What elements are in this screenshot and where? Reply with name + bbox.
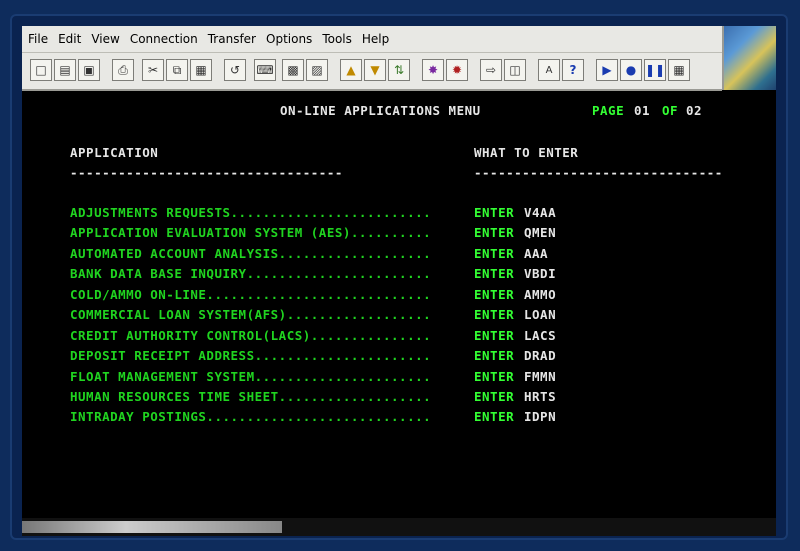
font-icon[interactable]: A <box>538 59 560 81</box>
page-label: PAGE <box>592 103 625 118</box>
menu-connection[interactable]: Connection <box>124 26 202 52</box>
enter-label: ENTER <box>474 205 515 220</box>
page-current: 01 <box>634 103 651 118</box>
upload-icon[interactable]: ▲ <box>340 59 362 81</box>
new-icon[interactable]: □ <box>30 59 52 81</box>
print-icon[interactable]: ⎙ <box>112 59 134 81</box>
send-icon[interactable]: ◫ <box>504 59 526 81</box>
app-name: ADJUSTMENTS REQUESTS....................… <box>70 205 432 220</box>
app-name: DEPOSIT RECEIPT ADDRESS.................… <box>70 348 432 363</box>
host-icon[interactable]: ⇨ <box>480 59 502 81</box>
app-code: LACS <box>524 328 557 343</box>
copy-icon[interactable]: ⧉ <box>166 59 188 81</box>
enter-label: ENTER <box>474 328 515 343</box>
cut-icon[interactable]: ✂ <box>142 59 164 81</box>
toolbar-group-macro: ✸ ✹ <box>422 59 468 85</box>
toolbar-group-edit: ✂ ⧉ ▦ <box>142 59 212 85</box>
app-code: AAA <box>524 246 549 261</box>
app-name: CREDIT AUTHORITY CONTROL(LACS)..........… <box>70 328 432 343</box>
app-code: DRAD <box>524 348 557 363</box>
toolbar: □ ▤ ▣ ⎙ ✂ ⧉ ▦ ↺ ⌨ ▩ ▨ ▲ ▼ ⇅ ✸ ✹ ⇨ ◫ A ? … <box>22 53 722 91</box>
menu-bar: File Edit View Connection Transfer Options Too… <box>22 26 722 53</box>
app-name: INTRADAY POSTINGS.......................… <box>70 409 432 424</box>
enter-label: ENTER <box>474 246 515 261</box>
app-name: APPLICATION EVALUATION SYSTEM (AES).....… <box>70 225 432 240</box>
app-name: AUTOMATED ACCOUNT ANALYSIS..............… <box>70 246 432 261</box>
menu-options[interactable]: Options <box>260 26 316 52</box>
enter-label: ENTER <box>474 266 515 281</box>
app-name: COLD/AMMO ON-LINE.......................… <box>70 287 432 302</box>
rule-left: ---------------------------------- <box>70 165 343 180</box>
app-code: VBDI <box>524 266 557 281</box>
play-icon[interactable]: ▶ <box>596 59 618 81</box>
toolbar-group-print: ⎙ <box>112 59 134 85</box>
enter-label: ENTER <box>474 369 515 384</box>
stop-icon[interactable]: ● <box>620 59 642 81</box>
app-name: FLOAT MANAGEMENT SYSTEM.................… <box>70 369 432 384</box>
toolbar-group-playback: ▶ ● ❚❚ ▦ <box>596 59 690 85</box>
enter-label: ENTER <box>474 389 515 404</box>
enter-label: ENTER <box>474 348 515 363</box>
session-icon[interactable]: ▩ <box>282 59 304 81</box>
enter-label: ENTER <box>474 307 515 322</box>
toolbar-group-session: ⌨ <box>254 59 276 85</box>
screen-title: ON-LINE APPLICATIONS MENU <box>280 103 481 118</box>
column-header-application: APPLICATION <box>70 145 159 160</box>
status-highlight <box>22 521 282 533</box>
toolbar-group-undo: ↺ <box>224 59 246 85</box>
page-total: 02 <box>686 103 703 118</box>
keyboard-icon[interactable]: ⌨ <box>254 59 276 81</box>
app-name: COMMERCIAL LOAN SYSTEM(AFS).............… <box>70 307 432 322</box>
column-header-what-to-enter: WHAT TO ENTER <box>474 145 579 160</box>
screen-icon[interactable]: ▨ <box>306 59 328 81</box>
undo-icon[interactable]: ↺ <box>224 59 246 81</box>
outer-frame: File Edit View Connection Transfer Options Too… <box>0 0 800 551</box>
app-code: IDPN <box>524 409 557 424</box>
menu-transfer[interactable]: Transfer <box>202 26 260 52</box>
logo-image <box>722 26 776 90</box>
save-icon[interactable]: ▣ <box>78 59 100 81</box>
emulator-window: File Edit View Connection Transfer Options Too… <box>22 26 776 536</box>
app-code: LOAN <box>524 307 557 322</box>
record-icon[interactable]: ✹ <box>446 59 468 81</box>
app-name: BANK DATA BASE INQUIRY..................… <box>70 266 432 281</box>
app-code: QMEN <box>524 225 557 240</box>
paste-icon[interactable]: ▦ <box>190 59 212 81</box>
open-icon[interactable]: ▤ <box>54 59 76 81</box>
app-code: V4AA <box>524 205 557 220</box>
download-icon[interactable]: ▼ <box>364 59 386 81</box>
toolbar-group-transfer: ▲ ▼ ⇅ <box>340 59 410 85</box>
toolbar-group-help: A ? <box>538 59 584 85</box>
toolbar-group-screen: ▩ ▨ <box>282 59 328 85</box>
enter-label: ENTER <box>474 409 515 424</box>
page-of: OF <box>662 103 679 118</box>
app-code: FMMN <box>524 369 557 384</box>
pause-icon[interactable]: ❚❚ <box>644 59 666 81</box>
menu-view[interactable]: View <box>85 26 123 52</box>
app-code: AMMO <box>524 287 557 302</box>
menu-file[interactable]: File <box>22 26 52 52</box>
menu-edit[interactable]: Edit <box>52 26 85 52</box>
toolbar-group-host: ⇨ ◫ <box>480 59 526 85</box>
help-icon[interactable]: ? <box>562 59 584 81</box>
toolbar-group-file: □ ▤ ▣ <box>30 59 100 85</box>
transfer-icon[interactable]: ⇅ <box>388 59 410 81</box>
app-name: HUMAN RESOURCES TIME SHEET..............… <box>70 389 432 404</box>
app-code: HRTS <box>524 389 557 404</box>
macro-icon[interactable]: ✸ <box>422 59 444 81</box>
menu-tools[interactable]: Tools <box>316 26 356 52</box>
options-icon[interactable]: ▦ <box>668 59 690 81</box>
terminal-screen[interactable]: ON-LINE APPLICATIONS MENU PAGE 01 OF 02 … <box>22 91 776 536</box>
enter-label: ENTER <box>474 287 515 302</box>
enter-label: ENTER <box>474 225 515 240</box>
rule-right: ------------------------------- <box>474 165 723 180</box>
menu-help[interactable]: Help <box>356 26 393 52</box>
